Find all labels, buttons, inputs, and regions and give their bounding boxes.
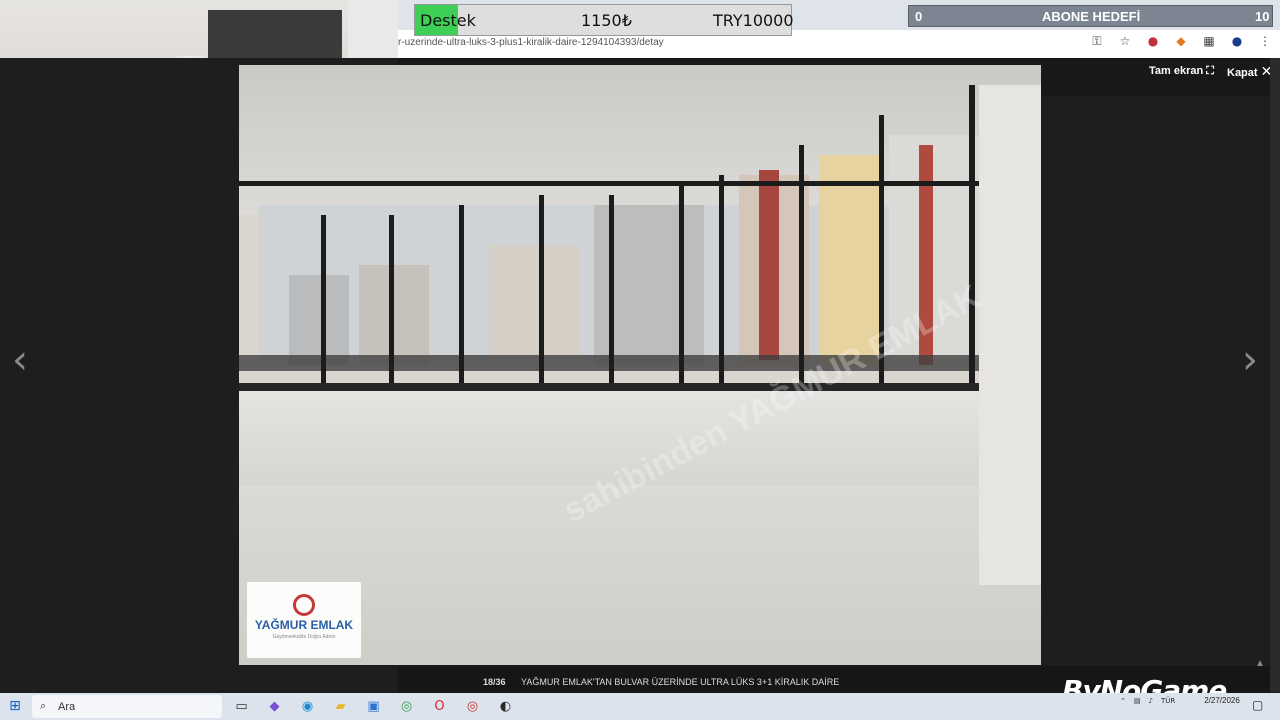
system-tray: ⌃ ▤ ♪ TÜR [1120, 697, 1175, 705]
donation-goal: TRY10000 [713, 11, 794, 30]
notification-icon[interactable]: ▢ [1252, 698, 1263, 712]
agency-logo-name: YAĞMUR EMLAK [254, 618, 354, 632]
subscriber-goal-bar: 0 ABONE HEDEFİ 10 [908, 5, 1273, 27]
close-gallery-button[interactable]: Kapat ✕ [1227, 64, 1272, 80]
toolbar-icons: ⚿ ☆ ● ◆ ▦ ● ⋮ [1090, 34, 1272, 49]
star-icon[interactable]: ☆ [1118, 34, 1132, 49]
store-icon[interactable]: ▣ [362, 695, 385, 718]
listing-title: YAĞMUR EMLAK'TAN BULVAR ÜZERİNDE ULTRA L… [521, 677, 840, 687]
subgoal-target: 10 [1255, 9, 1270, 24]
close-label: Kapat [1227, 67, 1258, 79]
page-scrollbar[interactable] [1270, 58, 1280, 692]
chrome-active-icon[interactable]: ◎ [461, 695, 484, 718]
fullscreen-button[interactable]: Tam ekran ⛶ [1149, 64, 1214, 78]
input-language[interactable]: TÜR [1161, 697, 1175, 705]
file-explorer-icon[interactable]: ▰ [329, 695, 352, 718]
menu-icon[interactable]: ⋮ [1258, 34, 1272, 49]
fullscreen-icon: ⛶ [1206, 64, 1214, 77]
obs-icon[interactable]: ◐ [494, 695, 517, 718]
key-icon[interactable]: ⚿ [1090, 34, 1104, 49]
subgoal-label: ABONE HEDEFİ [1042, 9, 1141, 24]
copilot-icon[interactable]: ◆ [263, 695, 286, 718]
next-photo-arrow-icon[interactable]: › [1242, 340, 1258, 380]
taskbar-clock[interactable]: 2/27/2026 [1196, 695, 1248, 706]
clock-date: 2/27/2026 [1204, 696, 1240, 705]
fullscreen-label: Tam ekran [1149, 65, 1204, 77]
opera-icon[interactable]: O [428, 695, 451, 718]
donation-current: 1150₺ [581, 11, 632, 30]
previous-photo-arrow-icon[interactable]: ‹ [12, 340, 28, 380]
listing-photo: sahibinden YAĞMUR EMLAK YAĞMUR EMLAK Gay… [239, 65, 1041, 665]
windows-taskbar: ⊞ ⌕ Ara ▭ ◆ ◉ ▰ ▣ ◎ O ◎ ◐ ⌃ ▤ ♪ TÜR 2/27/2026 ▢ [0, 693, 1280, 720]
subgoal-current: 0 [915, 9, 923, 24]
pinned-apps: ▭ ◆ ◉ ▰ ▣ ◎ O ◎ ◐ [230, 695, 517, 718]
chrome-icon[interactable]: ◎ [395, 695, 418, 718]
edge-icon[interactable]: ◉ [296, 695, 319, 718]
agency-logo-mark-icon [293, 594, 315, 616]
fox-extension-icon[interactable]: ◆ [1174, 34, 1188, 49]
profile-avatar-icon[interactable]: ● [1230, 34, 1244, 49]
tray-chevron-icon[interactable]: ⌃ [1120, 697, 1126, 705]
extension-badge-icon[interactable]: ● [1146, 34, 1160, 49]
task-view-icon[interactable]: ▭ [230, 695, 253, 718]
donation-label: Destek [420, 11, 476, 30]
donation-goal-bar: Destek 1150₺ TRY10000 [414, 4, 794, 36]
agency-logo-tagline: Gayrimenkulde Doğru Adres [272, 634, 336, 640]
windows-start-icon[interactable]: ⊞ [6, 698, 24, 716]
puzzle-icon[interactable]: ▦ [1202, 34, 1216, 49]
search-icon: ⌕ [40, 699, 47, 712]
network-icon[interactable]: ▤ [1134, 697, 1141, 705]
taskbar-search[interactable]: ⌕ Ara [32, 695, 222, 718]
photo-counter: 18/36 [483, 677, 506, 687]
agency-logo: YAĞMUR EMLAK Gayrimenkulde Doğru Adres [247, 582, 361, 658]
search-placeholder: Ara [58, 701, 76, 713]
volume-icon[interactable]: ♪ [1149, 697, 1153, 705]
address-bar[interactable]: r-uzerinde-ultra-luks-3-plus1-kiralik-da… [398, 34, 1098, 52]
